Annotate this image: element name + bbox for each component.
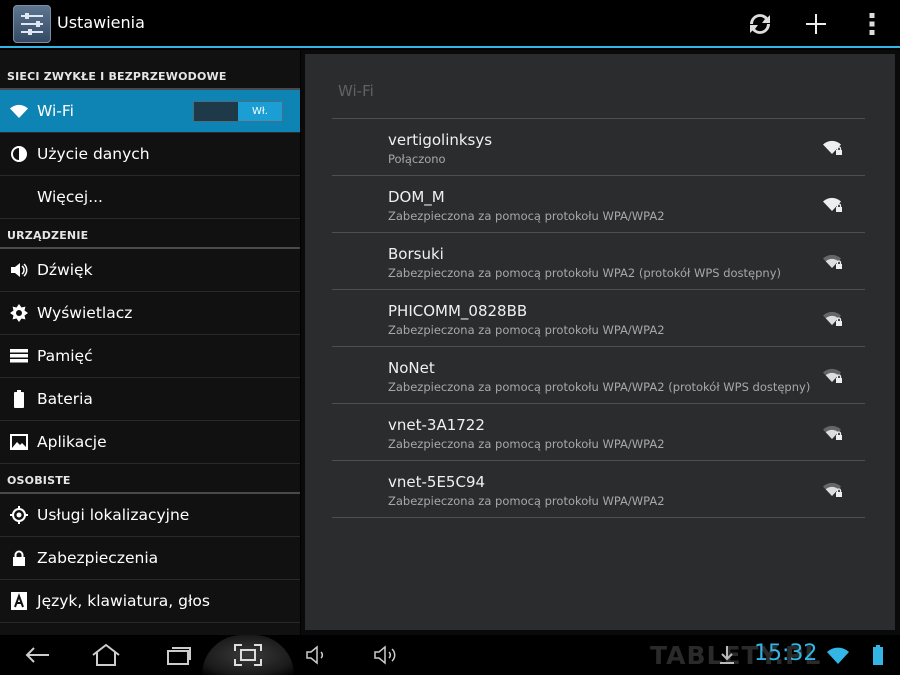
data-usage-icon [0, 146, 37, 162]
network-ssid: PHICOMM_0828BB [388, 302, 528, 320]
wifi-panel: Wi-Fi vertigolinksys Połączono DOM_M Zab… [305, 54, 895, 630]
wifi-toggle-label: Wł. [238, 102, 282, 121]
status-clock: 15:32 [754, 641, 818, 666]
action-bar: Ustawienia [0, 0, 900, 48]
network-status: Zabezpieczona za pomocą protokołu WPA/WP… [388, 323, 665, 337]
wifi-signal-locked-icon [823, 311, 843, 331]
settings-sidebar: SIECI ZWYKŁE I BEZPRZEWODOWE Wi-Fi Wł. U… [0, 50, 300, 635]
network-list: vertigolinksys Połączono DOM_M Zabezpiec… [332, 118, 865, 518]
network-status: Zabezpieczona za pomocą protokołu WPA2 (… [388, 266, 781, 280]
wifi-status-icon [826, 639, 850, 671]
wifi-signal-locked-icon [823, 425, 843, 445]
network-status: Zabezpieczona za pomocą protokołu WPA/WP… [388, 380, 811, 394]
network-status: Zabezpieczona za pomocą protokołu WPA/WP… [388, 209, 665, 223]
sidebar-item-label: Język, klawiatura, głos [37, 592, 210, 610]
sidebar-item-sound[interactable]: Dźwięk [0, 249, 300, 292]
wifi-signal-locked-icon [823, 197, 843, 217]
overflow-menu-icon[interactable] [856, 8, 888, 40]
wifi-icon [0, 104, 37, 118]
sidebar-item-label: Więcej... [37, 188, 103, 206]
network-ssid: vnet-3A1722 [388, 416, 485, 434]
section-header-networks: SIECI ZWYKŁE I BEZPRZEWODOWE [0, 50, 300, 90]
network-item[interactable]: vertigolinksys Połączono [332, 119, 865, 176]
sidebar-item-label: Użycie danych [37, 145, 150, 163]
wifi-signal-locked-icon [823, 368, 843, 388]
volume-up-icon[interactable] [372, 639, 402, 671]
sidebar-item-label: Usługi lokalizacyjne [37, 506, 190, 524]
wifi-signal-locked-icon [823, 254, 843, 274]
sidebar-item-label: Dźwięk [37, 261, 93, 279]
network-item[interactable]: NoNet Zabezpieczona za pomocą protokołu … [332, 347, 865, 404]
wifi-signal-locked-icon [823, 140, 843, 160]
network-status: Zabezpieczona za pomocą protokołu WPA/WP… [388, 494, 665, 508]
speaker-icon [0, 262, 37, 278]
sidebar-item-security[interactable]: Zabezpieczenia [0, 537, 300, 580]
lock-icon [0, 550, 37, 566]
sidebar-item-storage[interactable]: Pamięć [0, 335, 300, 378]
network-item[interactable]: Borsuki Zabezpieczona za pomocą protokoł… [332, 233, 865, 290]
home-icon[interactable] [88, 639, 124, 671]
section-header-device: URZĄDZENIE [0, 219, 300, 249]
section-header-personal: OSOBISTE [0, 464, 300, 494]
system-nav-bar: TABLETY.PL 15:32 [0, 635, 900, 675]
sidebar-item-data-usage[interactable]: Użycie danych [0, 133, 300, 176]
sidebar-item-label: Aplikacje [37, 433, 107, 451]
sidebar-item-label: Bateria [37, 390, 93, 408]
wifi-toggle[interactable]: Wł. [193, 101, 283, 122]
sidebar-item-display[interactable]: Wyświetlacz [0, 292, 300, 335]
sidebar-item-label: Pamięć [37, 347, 93, 365]
sidebar-item-label: Wyświetlacz [37, 304, 133, 322]
network-item[interactable]: vnet-3A1722 Zabezpieczona za pomocą prot… [332, 404, 865, 461]
sidebar-item-battery[interactable]: Bateria [0, 378, 300, 421]
network-item[interactable]: vnet-5E5C94 Zabezpieczona za pomocą prot… [332, 461, 865, 518]
page-title: Wi-Fi [338, 82, 374, 100]
volume-down-icon[interactable] [303, 639, 331, 671]
apps-icon [0, 434, 37, 450]
sidebar-item-wifi[interactable]: Wi-Fi Wł. [0, 90, 300, 133]
wifi-signal-locked-icon [823, 482, 843, 502]
network-ssid: vnet-5E5C94 [388, 473, 486, 491]
network-item[interactable]: PHICOMM_0828BB Zabezpieczona za pomocą p… [332, 290, 865, 347]
sidebar-item-label: Wi-Fi [37, 102, 74, 120]
sync-icon[interactable] [744, 8, 776, 40]
battery-status-icon [870, 639, 886, 671]
app-title: Ustawienia [57, 13, 145, 32]
recent-apps-icon[interactable] [162, 639, 196, 671]
language-icon [0, 592, 37, 610]
brightness-icon [0, 304, 37, 322]
network-ssid: Borsuki [388, 245, 444, 263]
network-status: Zabezpieczona za pomocą protokołu WPA/WP… [388, 437, 665, 451]
sidebar-item-language[interactable]: Język, klawiatura, głos [0, 580, 300, 623]
network-ssid: DOM_M [388, 188, 445, 206]
download-icon[interactable] [716, 639, 738, 671]
sidebar-item-label: Zabezpieczenia [37, 549, 159, 567]
location-icon [0, 506, 37, 524]
settings-sliders-icon[interactable] [13, 5, 51, 43]
battery-icon [0, 390, 37, 408]
sidebar-item-more[interactable]: Więcej... [0, 176, 300, 219]
network-ssid: vertigolinksys [388, 131, 493, 149]
network-item[interactable]: DOM_M Zabezpieczona za pomocą protokołu … [332, 176, 865, 233]
network-status: Połączono [388, 152, 446, 166]
back-icon[interactable] [20, 639, 54, 671]
add-icon[interactable] [800, 8, 832, 40]
screenshot-icon[interactable] [202, 635, 294, 675]
sidebar-item-apps[interactable]: Aplikacje [0, 421, 300, 464]
content-pane: Wi-Fi vertigolinksys Połączono DOM_M Zab… [301, 50, 900, 635]
storage-icon [0, 349, 37, 363]
network-ssid: NoNet [388, 359, 435, 377]
sidebar-item-location[interactable]: Usługi lokalizacyjne [0, 494, 300, 537]
